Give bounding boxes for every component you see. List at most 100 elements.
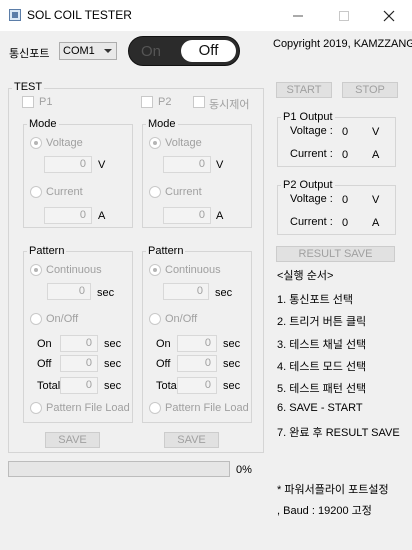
p2-output-voltage-value: 0: [342, 194, 349, 206]
p2-output-current-label: Current :: [290, 216, 333, 228]
p1-total-input[interactable]: 0: [60, 377, 98, 394]
p1-output-voltage-unit: V: [372, 126, 380, 138]
p1-off-unit: sec: [104, 358, 122, 370]
p2-mode-label: Mode: [146, 118, 178, 130]
p2-output-current-unit: A: [372, 217, 380, 229]
simultaneous-label: 동시제어: [209, 99, 250, 111]
p2-voltage-unit: V: [216, 159, 224, 171]
p1-output-current-label: Current :: [290, 148, 333, 160]
instruction-step: 1. 통신포트 선택: [277, 294, 354, 306]
p1-continuous-radio[interactable]: [30, 264, 42, 276]
p1-onoff-radio[interactable]: [30, 313, 42, 325]
p2-voltage-input[interactable]: 0: [163, 156, 211, 173]
p1-voltage-input[interactable]: 0: [44, 156, 92, 173]
p1-output-voltage-label: Voltage :: [290, 125, 333, 137]
p2-pattern-label: Pattern: [146, 245, 186, 257]
start-button[interactable]: START: [276, 82, 332, 98]
p1-output-label: P1 Output: [281, 111, 335, 123]
chevron-down-icon: [104, 49, 112, 53]
p2-continuous-label: Continuous: [165, 264, 221, 276]
p2-output-voltage-label: Voltage :: [290, 193, 333, 205]
p2-total-input[interactable]: 0: [177, 377, 217, 394]
p2-output-current-value: 0: [342, 217, 349, 229]
minimize-button[interactable]: [275, 0, 321, 31]
p1-output-voltage-value: 0: [342, 126, 349, 138]
p2-on-input[interactable]: 0: [177, 335, 217, 352]
p1-off-label: Off: [37, 358, 52, 370]
minimize-icon: [293, 15, 303, 16]
p2-output-voltage-unit: V: [372, 194, 380, 206]
window-title: SOL COIL TESTER: [27, 8, 132, 22]
p1-voltage-label: Voltage: [46, 137, 83, 149]
p1-voltage-unit: V: [98, 159, 106, 171]
p2-continuous-input[interactable]: 0: [163, 283, 209, 300]
copyright-text: Copyright 2019, KAMZZANG: [273, 38, 412, 50]
p2-onoff-radio[interactable]: [149, 313, 161, 325]
progress-percent: 0%: [236, 464, 252, 476]
p2-checkbox[interactable]: [141, 96, 153, 108]
p2-label: P2: [158, 96, 172, 108]
p1-current-input[interactable]: 0: [44, 207, 92, 224]
title-bar: SOL COIL TESTER: [0, 0, 412, 31]
p1-onoff-label: On/Off: [46, 313, 79, 325]
port-setting-note: * 파워서플라이 포트설정: [277, 484, 389, 496]
instructions-title: <실행 순서>: [277, 270, 334, 282]
instruction-step: 3. 테스트 채널 선택: [277, 339, 367, 351]
p2-on-label: On: [156, 338, 171, 350]
close-button[interactable]: [366, 0, 412, 31]
test-group-label: TEST: [12, 81, 45, 93]
p2-output-label: P2 Output: [281, 179, 335, 191]
port-select[interactable]: COM1: [59, 42, 117, 60]
p2-off-label: Off: [156, 358, 171, 370]
p2-file-load-label: Pattern File Load: [165, 402, 249, 414]
p2-continuous-radio[interactable]: [149, 264, 161, 276]
p2-onoff-label: On/Off: [165, 313, 198, 325]
result-save-button[interactable]: RESULT SAVE: [276, 246, 395, 262]
p1-current-radio[interactable]: [30, 186, 42, 198]
instruction-step: 7. 완료 후 RESULT SAVE: [277, 427, 400, 439]
p1-file-load-label: Pattern File Load: [46, 402, 130, 414]
port-select-value: COM1: [63, 45, 95, 57]
port-label: 통신포트: [9, 48, 50, 60]
p1-mode-label: Mode: [27, 118, 59, 130]
p1-on-unit: sec: [104, 338, 122, 350]
p2-current-label: Current: [165, 186, 202, 198]
p1-on-input[interactable]: 0: [60, 335, 98, 352]
maximize-icon: [339, 10, 349, 21]
maximize-button[interactable]: [321, 0, 367, 31]
p2-total-label: Tota: [156, 380, 177, 392]
p1-output-current-value: 0: [342, 149, 349, 161]
p2-continuous-unit: sec: [215, 287, 233, 299]
trigger-toggle[interactable]: On Off: [128, 36, 240, 66]
baud-note: , Baud : 19200 고정: [277, 505, 372, 517]
stop-button[interactable]: STOP: [342, 82, 398, 98]
instruction-step: 6. SAVE - START: [277, 402, 363, 414]
p1-save-button[interactable]: SAVE: [45, 432, 100, 448]
p2-current-input[interactable]: 0: [163, 207, 211, 224]
p1-on-label: On: [37, 338, 52, 350]
p1-output-current-unit: A: [372, 149, 380, 161]
p2-file-load-radio[interactable]: [149, 402, 161, 414]
p2-current-radio[interactable]: [149, 186, 161, 198]
p2-off-input[interactable]: 0: [177, 355, 217, 372]
p1-file-load-radio[interactable]: [30, 402, 42, 414]
p1-label: P1: [39, 96, 53, 108]
toggle-on-label: On: [141, 43, 162, 60]
p2-off-unit: sec: [223, 358, 241, 370]
p1-checkbox[interactable]: [22, 96, 34, 108]
progress-bar: [8, 461, 230, 477]
simultaneous-checkbox[interactable]: [193, 96, 205, 108]
p2-save-button[interactable]: SAVE: [164, 432, 219, 448]
p2-on-unit: sec: [223, 338, 241, 350]
p2-voltage-radio[interactable]: [149, 137, 161, 149]
p1-current-label: Current: [46, 186, 83, 198]
p1-off-input[interactable]: 0: [60, 355, 98, 372]
p2-current-unit: A: [216, 210, 224, 222]
p1-continuous-unit: sec: [97, 287, 115, 299]
p1-current-unit: A: [98, 210, 106, 222]
p1-voltage-radio[interactable]: [30, 137, 42, 149]
p1-continuous-input[interactable]: 0: [47, 283, 91, 300]
p1-pattern-label: Pattern: [27, 245, 67, 257]
p2-voltage-label: Voltage: [165, 137, 202, 149]
p1-continuous-label: Continuous: [46, 264, 102, 276]
